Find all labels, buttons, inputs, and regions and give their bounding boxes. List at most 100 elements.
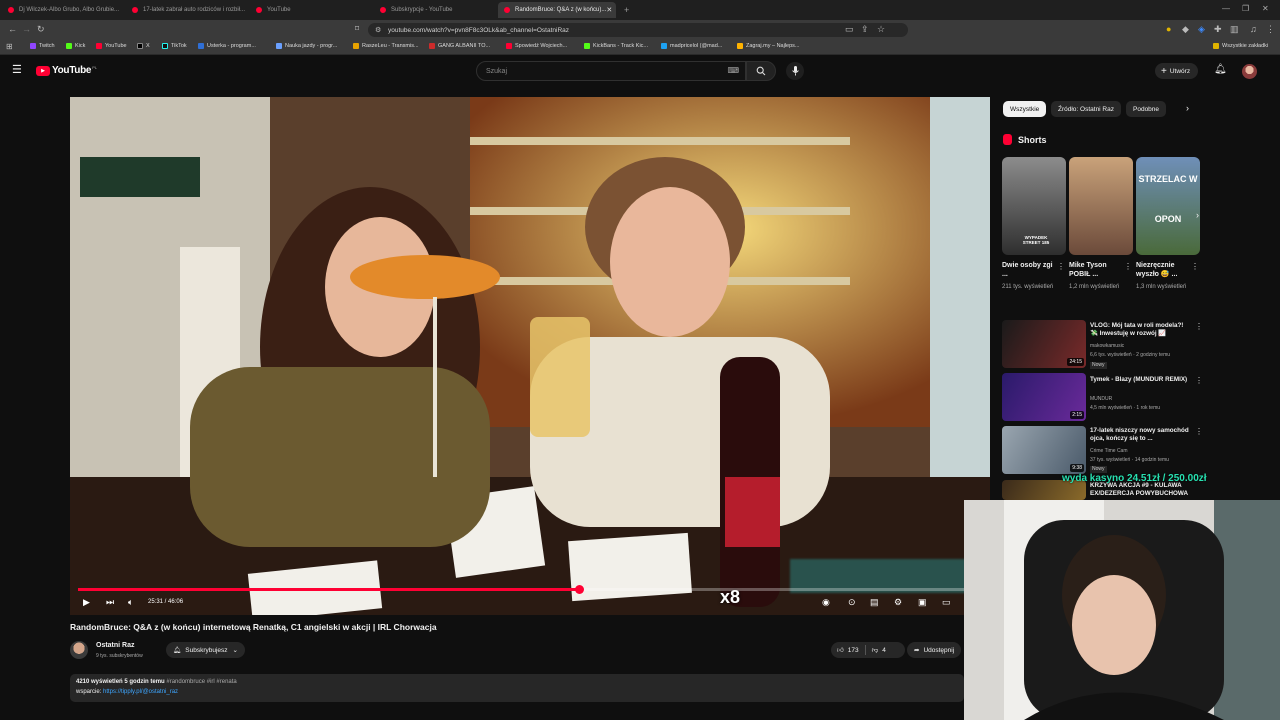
more-options-icon[interactable]: ⋮ [1057, 262, 1065, 271]
video-item-channel[interactable]: Crime Time Cam [1090, 448, 1200, 455]
keyboard-icon[interactable]: ⌨ [727, 66, 739, 75]
chip-all[interactable]: Wszystkie [1003, 101, 1047, 117]
video-item-title[interactable]: KRZYWA AKCJA #9 - KULAWA EX/DEZERCJA POW… [1090, 482, 1190, 498]
voice-search-button[interactable] [786, 62, 804, 80]
subtitles-icon[interactable]: ▤ [870, 597, 879, 608]
video-item-title[interactable]: 17-latek niszczy nowy samochód ojca, koń… [1090, 427, 1190, 443]
close-tab-icon[interactable]: ✕ [606, 6, 612, 14]
chevron-right-icon[interactable]: › [1186, 103, 1189, 113]
maximize-icon[interactable]: ❐ [1242, 4, 1249, 13]
channel-avatar[interactable] [70, 641, 88, 659]
browser-tab[interactable]: Subskrypcje - YouTube [374, 2, 494, 18]
short-thumbnail[interactable]: WYPADEK STREET 185 [1002, 157, 1066, 255]
bookmark-item[interactable]: Nauka jazdy - progr... [276, 43, 337, 49]
more-options-icon[interactable]: ⋮ [1195, 322, 1203, 331]
time-display: 25:31 / 46:06 [148, 599, 184, 605]
more-options-icon[interactable]: ⋮ [1195, 376, 1203, 385]
new-tab-button[interactable]: + [618, 2, 632, 18]
address-bar[interactable]: ⚙ youtube.com/watch?v=pvn8F8c3OLk&ab_cha… [368, 23, 908, 37]
apps-grid-icon[interactable]: ⊞ [6, 42, 13, 51]
more-options-icon[interactable]: ⋮ [1195, 427, 1203, 436]
bookmark-item[interactable]: Twitch [30, 43, 55, 49]
bookmark-item[interactable]: madpricelol (@mad... [661, 43, 722, 49]
browser-tab[interactable]: 17-latek zabrał auto rodziców i rozbił..… [126, 2, 246, 18]
video-thumbnail[interactable]: 9:38 [1002, 426, 1086, 474]
site-info-icon[interactable]: ⚙ [375, 26, 381, 34]
description-box[interactable]: 4210 wyświetleń 5 godzin temu #randombru… [70, 674, 964, 702]
create-button[interactable]: + Utwórz [1155, 63, 1199, 79]
bookmark-item[interactable]: X [137, 43, 150, 49]
channel-name[interactable]: Ostatni Raz [96, 642, 135, 649]
back-icon[interactable]: ← [8, 24, 17, 34]
translate-icon[interactable]: ☆ [877, 24, 885, 34]
short-thumbnail[interactable]: STRZELAC W OPON [1136, 157, 1200, 255]
shorts-next-icon[interactable]: › [1196, 210, 1199, 220]
close-window-icon[interactable]: ✕ [1262, 4, 1269, 13]
minimize-icon[interactable]: — [1222, 4, 1230, 13]
bookmark-item[interactable]: Spowiedź Wojciech... [506, 43, 567, 49]
dislike-button[interactable]: 👎︎ 4 [872, 646, 886, 655]
support-link[interactable]: https://tipply.pl/@ostatni_raz [103, 689, 178, 695]
video-thumbnail[interactable]: 2:15 [1002, 373, 1086, 421]
progress-scrubber[interactable] [574, 585, 584, 594]
sidebar-icon[interactable]: ▥ [1230, 24, 1239, 34]
extension-icon[interactable]: ◆ [1182, 24, 1189, 34]
video-item-channel[interactable]: MUNDUR [1090, 396, 1200, 403]
short-title[interactable]: Niezręcznie wyszło 😅 ... [1136, 261, 1190, 279]
volume-icon[interactable]: 🔈︎ [128, 597, 133, 608]
avatar[interactable] [1242, 64, 1257, 79]
reload-icon[interactable]: ↻ [37, 24, 45, 34]
youtube-logo[interactable]: ▶ YouTube PL [36, 65, 97, 76]
video-item-title[interactable]: Tymek - Blazy (MUNDUR REMIX) [1090, 376, 1190, 384]
extensions-puzzle-icon[interactable]: ✚ [1214, 24, 1222, 34]
menu-dots-icon[interactable]: ⋮ [1266, 24, 1275, 34]
bookmark-item[interactable]: Zagraj.my – Najleps... [737, 43, 800, 49]
like-button[interactable]: 👍︎ 173 [837, 646, 859, 655]
extension-icon[interactable]: ◈ [1198, 24, 1205, 34]
plus-icon: + [1161, 65, 1167, 77]
bookmark-item[interactable]: Usterka - program... [198, 43, 256, 49]
play-icon[interactable]: ▶ [83, 597, 90, 608]
bookmark-icon[interactable]: ⌑ [355, 24, 359, 34]
subscribed-button[interactable]: 🔔︎ Subskrybujesz ⌄ [166, 642, 245, 658]
hamburger-menu-icon[interactable]: ☰ [12, 64, 22, 76]
chip-related[interactable]: Podobne [1126, 101, 1167, 117]
settings-gear-icon[interactable]: ⚙ [894, 597, 902, 608]
short-title[interactable]: Mike Tyson POBIŁ ... [1069, 261, 1123, 279]
bookmark-item[interactable]: TikTok [162, 43, 187, 49]
autoplay-icon[interactable]: ◉ [822, 597, 830, 608]
short-thumbnail[interactable] [1069, 157, 1133, 255]
bookmark-item[interactable]: Kick [66, 43, 85, 49]
notifications-bell-icon[interactable]: 🔔︎ [1214, 64, 1227, 75]
browser-tab[interactable]: YouTube [250, 2, 370, 18]
all-bookmarks[interactable]: Wszystkie zakładki [1213, 43, 1268, 49]
forward-icon[interactable]: → [22, 24, 31, 34]
theater-mode-icon[interactable]: ▭ [942, 597, 951, 608]
video-item-title[interactable]: VLOG: Mój tata w roli modela?! 💸 Inwestu… [1090, 322, 1190, 338]
bookmark-item[interactable]: GANG ALBANII TO... [429, 43, 490, 49]
bookmark-item[interactable]: KickBans - Track Kic... [584, 43, 648, 49]
extension-icon[interactable]: ● [1166, 24, 1171, 34]
progress-bar[interactable] [78, 585, 982, 594]
autoplay-toggle[interactable]: ⊙ [848, 597, 856, 608]
bookmark-item[interactable]: YouTube [96, 43, 127, 49]
video-thumbnail[interactable]: 24:15 [1002, 320, 1086, 368]
chip-from-channel[interactable]: Źródło: Ostatni Raz [1051, 101, 1121, 117]
more-options-icon[interactable]: ⋮ [1124, 262, 1132, 271]
search-button[interactable] [746, 61, 776, 81]
bookmark-item[interactable]: RaszeLeu - Transmis... [353, 43, 419, 49]
screen-cast-icon[interactable]: ▭ [845, 24, 854, 34]
browser-tab[interactable]: Dj Wilczek-Albo Grubo, Albo Grubie... [2, 2, 122, 18]
miniplayer-icon[interactable]: ▣ [918, 597, 927, 608]
media-icon[interactable]: ♫ [1250, 24, 1257, 34]
share-icon[interactable]: ⇪ [861, 24, 869, 34]
next-icon[interactable]: ⏭ [106, 597, 114, 608]
browser-tab-active[interactable]: RandomBruce: Q&A z (w końcu)... ✕ [498, 2, 616, 18]
video-item-channel[interactable]: makowkamusic [1090, 343, 1200, 350]
more-options-icon[interactable]: ⋮ [1191, 262, 1199, 271]
search-input[interactable]: Szukaj ⌨ [476, 61, 746, 81]
short-title[interactable]: Dwie osoby zgi ... [1002, 261, 1056, 279]
video-player[interactable]: x8 ▶ ⏭ 🔈︎ 25:31 / 46:06 ◉ ⊙ ▤ ⚙ ▣ ▭ [70, 97, 990, 615]
share-button[interactable]: ➦ Udostępnij [907, 642, 962, 658]
hashtags[interactable]: #randombruce #irl #renata [166, 679, 236, 685]
